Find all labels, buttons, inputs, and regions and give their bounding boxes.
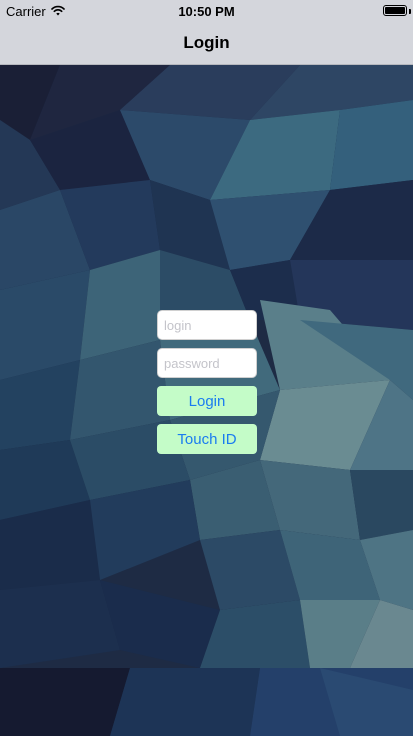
nav-title: Login: [183, 33, 230, 52]
password-input[interactable]: [157, 348, 257, 378]
status-time: 10:50 PM: [178, 4, 235, 19]
screen: Carrier 10:50 PM Login Login Touch ID: [0, 0, 413, 736]
login-form: Login Touch ID: [157, 310, 257, 462]
top-bar: Carrier 10:50 PM Login: [0, 0, 413, 65]
status-bar: Carrier 10:50 PM: [0, 0, 413, 22]
battery-tip: [409, 9, 411, 14]
login-button[interactable]: Login: [157, 386, 257, 416]
battery-level-fill: [385, 7, 405, 14]
battery-icon: [383, 5, 407, 16]
touch-id-button[interactable]: Touch ID: [157, 424, 257, 454]
login-input[interactable]: [157, 310, 257, 340]
